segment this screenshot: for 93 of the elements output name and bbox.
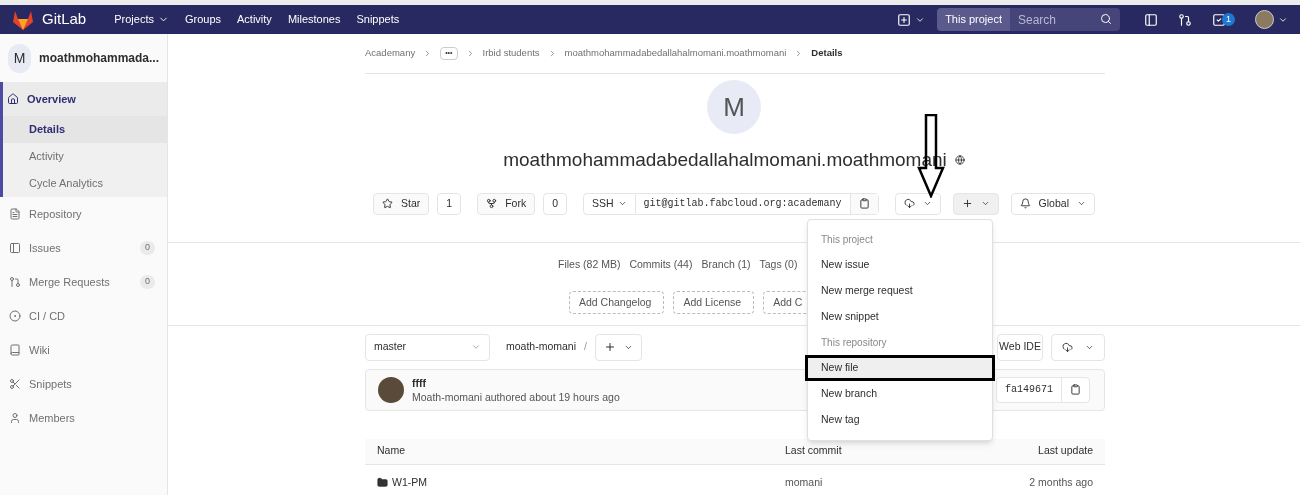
sidebar-item[interactable]: Overview (3, 82, 167, 116)
column-header: Last commit (785, 443, 842, 459)
sidebar-item[interactable]: Wiki (0, 333, 167, 367)
dropdown-heading: This repository (820, 336, 888, 350)
nav-link[interactable]: Snippets (356, 11, 400, 28)
checkbox-icon (1212, 12, 1226, 27)
user-menu[interactable] (1255, 10, 1288, 29)
sidebar-item[interactable]: Merge Requests 0 (0, 265, 167, 299)
person-icon (9, 412, 21, 424)
last-commit-cell-text: momani (785, 474, 823, 490)
sidebar-item[interactable]: Issues 0 (0, 231, 167, 265)
dropdown-item[interactable]: New tag (808, 407, 992, 433)
breadcrumb-link[interactable]: Academany (365, 46, 416, 61)
author-avatar (378, 376, 404, 403)
stat-link[interactable]: Tags (0) (759, 256, 798, 273)
nav-link[interactable]: Milestones (287, 11, 341, 28)
nav-link[interactable]: Activity (237, 11, 272, 28)
sidebar-item[interactable]: CI / CD (0, 299, 167, 333)
dropdown-item[interactable]: New file (805, 355, 995, 381)
plus-icon (603, 341, 616, 353)
merge-request-icon (9, 276, 21, 288)
sidebar-subitem[interactable]: Details (3, 116, 167, 143)
home-icon (7, 93, 19, 105)
avatar (1255, 10, 1274, 29)
sidebar-item[interactable]: Snippets (0, 367, 167, 401)
stat-link[interactable]: Commits (44) (629, 256, 693, 273)
dropdown-item[interactable]: New branch (808, 381, 992, 407)
star-button[interactable]: Star (373, 192, 430, 215)
search-field[interactable]: Search (1010, 8, 1120, 31)
cloud-download-icon (1062, 341, 1073, 353)
project-avatar: M (707, 80, 761, 134)
sidebar-item[interactable]: Repository (0, 197, 167, 231)
caret-icon (922, 199, 932, 208)
file-name[interactable]: W1-PM (392, 474, 427, 491)
nav-link[interactable]: Groups (184, 11, 222, 28)
clipboard-icon (1070, 384, 1081, 395)
breadcrumb-link[interactable]: Details (811, 46, 843, 61)
fox-logo-icon[interactable] (12, 9, 34, 30)
new-menu-button[interactable] (897, 12, 926, 27)
fork-count[interactable]: 0 (543, 192, 567, 215)
add-file-button[interactable]: Add Changelog (569, 291, 665, 315)
scissors-icon (9, 378, 21, 390)
pipeline-icon (9, 310, 21, 322)
sidebar-item[interactable]: Members (0, 401, 167, 435)
add-file-button[interactable]: Add License (673, 291, 755, 315)
stat-link[interactable]: Branch (1) (701, 256, 751, 273)
cloud-download-icon (903, 198, 915, 209)
star-icon (382, 198, 393, 209)
column-header: Name (377, 443, 406, 459)
globe-icon (954, 155, 965, 166)
sidebar-subitem[interactable]: Cycle Analytics (3, 170, 167, 197)
add-to-tree-button[interactable] (594, 333, 642, 361)
issues-icon (9, 242, 21, 254)
download-button[interactable] (894, 192, 941, 215)
notification-button[interactable]: Global (1010, 192, 1095, 215)
commit-author: Moath-momani authored about 19 hours ago (412, 389, 620, 404)
todo-count: 1 (1222, 12, 1235, 27)
breadcrumb-link[interactable]: moathmohammadabedallahalmomani.moathmomani (564, 46, 787, 61)
search-scope[interactable]: This project (937, 8, 1010, 31)
path-separator: / (584, 339, 587, 355)
sidebar-subitem[interactable]: Activity (3, 143, 167, 170)
app-name[interactable]: GitLab (42, 8, 87, 31)
folder-icon (377, 477, 388, 488)
project-avatar: M (8, 43, 31, 73)
count-badge: 0 (140, 275, 155, 289)
branch-dropdown[interactable]: master (365, 333, 490, 361)
search-icon (1100, 13, 1112, 25)
last-update-cell-text: 2 months ago (1029, 474, 1093, 490)
project-name[interactable]: moathmohammada... (38, 49, 159, 67)
breadcrumb-link[interactable]: Irbid students (482, 46, 540, 61)
plus-icon (961, 198, 973, 209)
star-count[interactable]: 1 (437, 192, 462, 215)
book-icon (9, 344, 21, 356)
fork-button[interactable]: Fork (477, 192, 536, 215)
issues-icon[interactable] (1144, 12, 1158, 27)
stat-link[interactable]: Files (82 MB) (558, 256, 621, 273)
merge-request-icon[interactable] (1178, 12, 1192, 27)
document-icon (9, 208, 21, 220)
dropdown-item[interactable]: New issue (808, 252, 992, 278)
fork-icon (486, 198, 498, 209)
web-ide-button[interactable]: Web IDE (997, 333, 1043, 361)
dropdown-heading: This project (820, 233, 874, 247)
nav-link[interactable]: Projects (114, 11, 169, 28)
column-header: Last update (1038, 443, 1093, 459)
caret-icon (471, 342, 481, 352)
caret-icon (980, 199, 990, 208)
commit-message[interactable]: ffff (412, 375, 620, 390)
todos-button[interactable]: 1 (1212, 12, 1235, 27)
path-link[interactable]: moath-momani (506, 339, 577, 355)
count-badge: 0 (140, 241, 155, 255)
caret-icon (1076, 199, 1086, 208)
bell-icon (1019, 198, 1031, 209)
plus-icon (897, 12, 912, 27)
